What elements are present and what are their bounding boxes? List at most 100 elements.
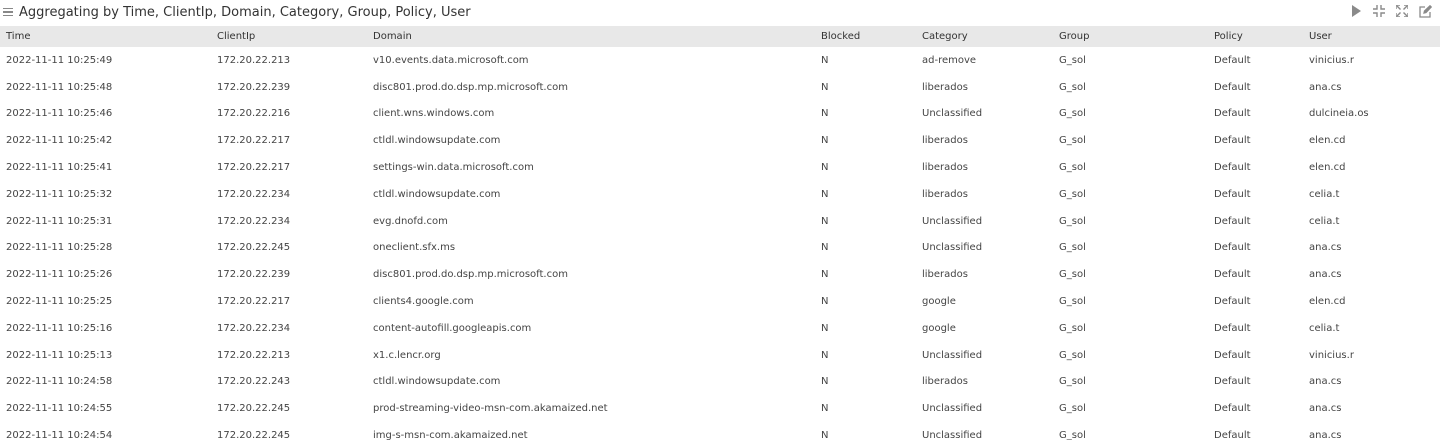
cell-category: Unclassified bbox=[922, 349, 983, 361]
cell-group: G_sol bbox=[1059, 322, 1086, 334]
cell-user: elen.cd bbox=[1309, 162, 1346, 174]
cell-policy: Default bbox=[1214, 108, 1251, 120]
expand-icon[interactable] bbox=[1395, 4, 1409, 18]
cell-group: G_sol bbox=[1059, 430, 1086, 440]
cell-user: celia.t bbox=[1309, 215, 1340, 227]
table-row[interactable]: 2022-11-11 10:25:41 172.20.22.217 settings… bbox=[0, 154, 1440, 181]
cell-time: 2022-11-11 10:25:41 bbox=[6, 162, 113, 174]
cell-category: Unclassified bbox=[922, 403, 983, 415]
cell-time: 2022-11-11 10:25:28 bbox=[6, 242, 113, 254]
table-row[interactable]: 2022-11-11 10:25:13 172.20.22.213 x1.c.len… bbox=[0, 342, 1440, 369]
table-row[interactable]: 2022-11-11 10:25:32 172.20.22.234 ctldl.wi… bbox=[0, 181, 1440, 208]
cell-group: G_sol bbox=[1059, 349, 1086, 361]
column-header-policy[interactable]: Policy bbox=[1208, 26, 1303, 47]
table-row[interactable]: 2022-11-11 10:25:16 172.20.22.234 content-… bbox=[0, 315, 1440, 342]
cell-time: 2022-11-11 10:25:48 bbox=[6, 81, 113, 93]
edit-icon[interactable] bbox=[1418, 4, 1432, 18]
cell-blocked: N bbox=[821, 108, 829, 120]
cell-time: 2022-11-11 10:25:25 bbox=[6, 296, 113, 308]
panel-title: Aggregating by Time, ClientIp, Domain, C… bbox=[19, 4, 471, 20]
table-row[interactable]: 2022-11-11 10:24:58 172.20.22.243 ctldl.wi… bbox=[0, 369, 1440, 396]
cell-clientip: 172.20.22.234 bbox=[217, 188, 291, 200]
cell-user: vinicius.r bbox=[1309, 54, 1354, 66]
drag-handle-icon[interactable] bbox=[3, 5, 17, 19]
cell-category: Unclassified bbox=[922, 242, 983, 254]
column-header-blocked[interactable]: Blocked bbox=[815, 26, 916, 47]
cell-user: elen.cd bbox=[1309, 135, 1346, 147]
table-row[interactable]: 2022-11-11 10:25:49 172.20.22.213 v10.even… bbox=[0, 47, 1440, 74]
table-row[interactable]: 2022-11-11 10:24:55 172.20.22.245 prod-str… bbox=[0, 395, 1440, 422]
cell-domain: evg.dnofd.com bbox=[373, 215, 448, 227]
cell-clientip: 172.20.22.213 bbox=[217, 54, 291, 66]
cell-category: liberados bbox=[922, 269, 968, 281]
cell-policy: Default bbox=[1214, 54, 1251, 66]
table-row[interactable]: 2022-11-11 10:25:48 172.20.22.239 disc801.… bbox=[0, 74, 1440, 101]
cell-time: 2022-11-11 10:25:49 bbox=[6, 54, 113, 66]
table-row[interactable]: 2022-11-11 10:25:42 172.20.22.217 ctldl.wi… bbox=[0, 127, 1440, 154]
cell-clientip: 172.20.22.213 bbox=[217, 349, 291, 361]
cell-policy: Default bbox=[1214, 188, 1251, 200]
cell-clientip: 172.20.22.245 bbox=[217, 403, 291, 415]
cell-policy: Default bbox=[1214, 296, 1251, 308]
cell-domain: v10.events.data.microsoft.com bbox=[373, 54, 529, 66]
table-row[interactable]: 2022-11-11 10:25:25 172.20.22.217 clients4… bbox=[0, 288, 1440, 315]
cell-group: G_sol bbox=[1059, 135, 1086, 147]
cell-domain: disc801.prod.do.dsp.mp.microsoft.com bbox=[373, 269, 568, 281]
cell-domain: settings-win.data.microsoft.com bbox=[373, 162, 534, 174]
cell-blocked: N bbox=[821, 215, 829, 227]
cell-policy: Default bbox=[1214, 242, 1251, 254]
cell-group: G_sol bbox=[1059, 108, 1086, 120]
cell-blocked: N bbox=[821, 269, 829, 281]
cell-group: G_sol bbox=[1059, 242, 1086, 254]
table-row[interactable]: 2022-11-11 10:25:28 172.20.22.245 oneclien… bbox=[0, 235, 1440, 262]
panel-header: Aggregating by Time, ClientIp, Domain, C… bbox=[0, 0, 1440, 24]
column-header-clientip[interactable]: ClientIp bbox=[211, 26, 367, 47]
cell-policy: Default bbox=[1214, 376, 1251, 388]
cell-policy: Default bbox=[1214, 403, 1251, 415]
cell-domain: disc801.prod.do.dsp.mp.microsoft.com bbox=[373, 81, 568, 93]
cell-group: G_sol bbox=[1059, 403, 1086, 415]
cell-clientip: 172.20.22.217 bbox=[217, 135, 291, 147]
cell-domain: x1.c.lencr.org bbox=[373, 349, 441, 361]
table-row[interactable]: 2022-11-11 10:25:46 172.20.22.216 client.w… bbox=[0, 101, 1440, 128]
cell-group: G_sol bbox=[1059, 188, 1086, 200]
column-header-user[interactable]: User bbox=[1303, 26, 1440, 47]
table-row[interactable]: 2022-11-11 10:25:31 172.20.22.234 evg.dnof… bbox=[0, 208, 1440, 235]
cell-group: G_sol bbox=[1059, 162, 1086, 174]
cell-policy: Default bbox=[1214, 162, 1251, 174]
cell-time: 2022-11-11 10:25:42 bbox=[6, 135, 113, 147]
collapse-icon[interactable] bbox=[1372, 4, 1386, 18]
column-header-group[interactable]: Group bbox=[1053, 26, 1208, 47]
cell-category: liberados bbox=[922, 188, 968, 200]
cell-category: google bbox=[922, 296, 956, 308]
cell-clientip: 172.20.22.243 bbox=[217, 376, 291, 388]
cell-blocked: N bbox=[821, 322, 829, 334]
panel-toolbar bbox=[1349, 4, 1432, 18]
play-icon[interactable] bbox=[1349, 4, 1363, 18]
cell-clientip: 172.20.22.216 bbox=[217, 108, 291, 120]
cell-blocked: N bbox=[821, 188, 829, 200]
cell-group: G_sol bbox=[1059, 376, 1086, 388]
column-header-time[interactable]: Time bbox=[0, 26, 211, 47]
cell-policy: Default bbox=[1214, 430, 1251, 440]
cell-group: G_sol bbox=[1059, 269, 1086, 281]
cell-domain: img-s-msn-com.akamaized.net bbox=[373, 430, 528, 440]
column-header-category[interactable]: Category bbox=[916, 26, 1053, 47]
cell-blocked: N bbox=[821, 296, 829, 308]
cell-group: G_sol bbox=[1059, 54, 1086, 66]
cell-user: celia.t bbox=[1309, 322, 1340, 334]
cell-category: Unclassified bbox=[922, 430, 983, 440]
cell-domain: content-autofill.googleapis.com bbox=[373, 322, 532, 334]
column-header-domain[interactable]: Domain bbox=[367, 26, 815, 47]
cell-clientip: 172.20.22.217 bbox=[217, 296, 291, 308]
cell-policy: Default bbox=[1214, 81, 1251, 93]
cell-domain: ctldl.windowsupdate.com bbox=[373, 188, 501, 200]
cell-group: G_sol bbox=[1059, 296, 1086, 308]
table-row[interactable]: 2022-11-11 10:25:26 172.20.22.239 disc801.… bbox=[0, 261, 1440, 288]
table-body: 2022-11-11 10:25:49 172.20.22.213 v10.even… bbox=[0, 47, 1440, 440]
cell-domain: ctldl.windowsupdate.com bbox=[373, 135, 501, 147]
table-row[interactable]: 2022-11-11 10:24:54 172.20.22.245 img-s-ms… bbox=[0, 422, 1440, 440]
cell-blocked: N bbox=[821, 242, 829, 254]
cell-policy: Default bbox=[1214, 215, 1251, 227]
cell-user: ana.cs bbox=[1309, 430, 1342, 440]
